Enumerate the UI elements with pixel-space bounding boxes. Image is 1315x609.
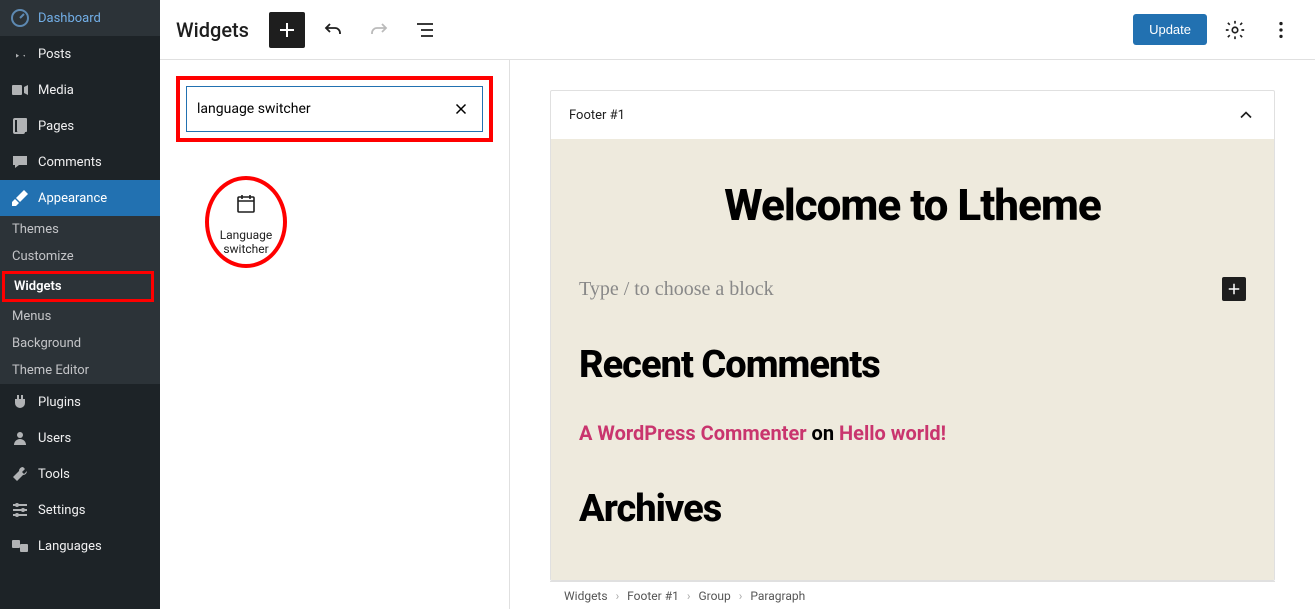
sidebar-item-users[interactable]: Users bbox=[0, 420, 160, 456]
submenu-customize[interactable]: Customize bbox=[0, 243, 160, 270]
admin-sidebar: Dashboard Posts Media Pages Comments App… bbox=[0, 0, 160, 609]
block-inserter-panel: Language switcher bbox=[160, 60, 510, 609]
empty-paragraph-block[interactable]: Type / to choose a block bbox=[579, 277, 1246, 301]
sidebar-item-label: Dashboard bbox=[38, 11, 101, 26]
dashboard-icon bbox=[10, 8, 30, 28]
sidebar-item-label: Languages bbox=[38, 539, 102, 554]
block-result-language-switcher[interactable]: Language switcher bbox=[196, 182, 296, 266]
media-icon bbox=[10, 80, 30, 100]
options-button[interactable] bbox=[1263, 12, 1299, 48]
sidebar-item-label: Posts bbox=[38, 47, 71, 62]
sidebar-item-posts[interactable]: Posts bbox=[0, 36, 160, 72]
breadcrumb-item[interactable]: Footer #1 bbox=[627, 589, 679, 603]
comment-on-text: on bbox=[807, 421, 839, 445]
comment-author-link[interactable]: A WordPress Commenter bbox=[579, 421, 807, 445]
clear-search-button[interactable] bbox=[448, 96, 474, 122]
sidebar-item-label: Comments bbox=[38, 155, 102, 170]
sidebar-item-dashboard[interactable]: Dashboard bbox=[0, 0, 160, 36]
submenu-menus[interactable]: Menus bbox=[0, 303, 160, 330]
sidebar-item-appearance[interactable]: Appearance bbox=[0, 180, 160, 216]
type-placeholder: Type / to choose a block bbox=[579, 278, 774, 301]
sidebar-item-label: Pages bbox=[38, 119, 74, 134]
sidebar-item-languages[interactable]: Languages bbox=[0, 528, 160, 564]
inline-add-block-button[interactable] bbox=[1222, 277, 1246, 301]
appearance-submenu: Themes Customize Widgets Menus Backgroun… bbox=[0, 216, 160, 384]
settings-sliders-icon bbox=[10, 500, 30, 520]
sidebar-item-label: Appearance bbox=[38, 191, 107, 206]
list-view-button[interactable] bbox=[407, 12, 443, 48]
sidebar-item-plugins[interactable]: Plugins bbox=[0, 384, 160, 420]
preview-recent-comments-heading[interactable]: Recent Comments bbox=[579, 343, 1246, 387]
sidebar-item-media[interactable]: Media bbox=[0, 72, 160, 108]
block-result-label: Language switcher bbox=[200, 228, 292, 256]
widget-area-header[interactable]: Footer #1 bbox=[551, 91, 1274, 139]
widget-area-body: Welcome to Ltheme Type / to choose a blo… bbox=[551, 139, 1274, 580]
page-title: Widgets bbox=[176, 18, 249, 42]
settings-button[interactable] bbox=[1217, 12, 1253, 48]
submenu-background[interactable]: Background bbox=[0, 330, 160, 357]
widget-area-footer-1: Footer #1 Welcome to Ltheme Type / to ch… bbox=[550, 90, 1275, 581]
submenu-theme-editor[interactable]: Theme Editor bbox=[0, 357, 160, 384]
add-block-button[interactable] bbox=[269, 12, 305, 48]
widget-area-title: Footer #1 bbox=[569, 108, 625, 123]
annotation-highlight-search bbox=[176, 76, 493, 142]
sidebar-item-pages[interactable]: Pages bbox=[0, 108, 160, 144]
users-icon bbox=[10, 428, 30, 448]
brush-icon bbox=[10, 188, 30, 208]
chevron-up-icon bbox=[1236, 105, 1256, 125]
comment-post-link[interactable]: Hello world! bbox=[839, 421, 946, 445]
preview-comment-line[interactable]: A WordPress Commenter on Hello world! bbox=[579, 421, 1246, 445]
sidebar-item-label: Users bbox=[38, 431, 71, 446]
undo-button[interactable] bbox=[315, 12, 351, 48]
block-breadcrumb: Widgets› Footer #1› Group› Paragraph bbox=[550, 581, 1275, 609]
submenu-widgets[interactable]: Widgets bbox=[5, 274, 151, 299]
sidebar-item-label: Tools bbox=[38, 467, 70, 482]
comments-icon bbox=[10, 152, 30, 172]
sidebar-item-label: Media bbox=[38, 83, 74, 98]
pages-icon bbox=[10, 116, 30, 136]
breadcrumb-item[interactable]: Paragraph bbox=[750, 589, 805, 603]
editor-canvas: Footer #1 Welcome to Ltheme Type / to ch… bbox=[510, 60, 1315, 609]
breadcrumb-item[interactable]: Group bbox=[698, 589, 730, 603]
editor-topbar: Widgets Update bbox=[160, 0, 1315, 60]
preview-archives-heading[interactable]: Archives bbox=[579, 487, 1246, 531]
sidebar-item-label: Settings bbox=[38, 503, 85, 518]
languages-icon bbox=[10, 536, 30, 556]
plug-icon bbox=[10, 392, 30, 412]
calendar-icon bbox=[234, 192, 258, 216]
breadcrumb-item[interactable]: Widgets bbox=[564, 589, 608, 603]
sidebar-item-settings[interactable]: Settings bbox=[0, 492, 160, 528]
update-button[interactable]: Update bbox=[1133, 14, 1207, 45]
redo-button[interactable] bbox=[361, 12, 397, 48]
tools-icon bbox=[10, 464, 30, 484]
block-search-input[interactable] bbox=[195, 95, 448, 123]
submenu-themes[interactable]: Themes bbox=[0, 216, 160, 243]
pin-icon bbox=[10, 44, 30, 64]
preview-heading[interactable]: Welcome to Ltheme bbox=[579, 179, 1246, 231]
annotation-highlight-widgets: Widgets bbox=[2, 271, 154, 302]
sidebar-item-label: Plugins bbox=[38, 395, 81, 410]
sidebar-item-comments[interactable]: Comments bbox=[0, 144, 160, 180]
sidebar-item-tools[interactable]: Tools bbox=[0, 456, 160, 492]
